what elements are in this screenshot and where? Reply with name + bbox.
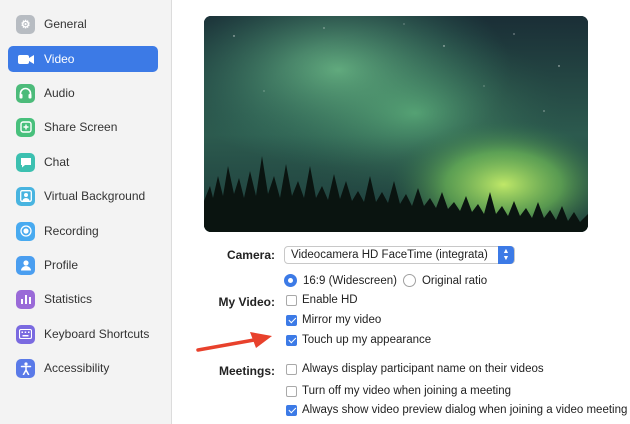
show-preview-label: Always show video preview dialog when jo…: [302, 404, 628, 416]
sidebar-item-label: Statistics: [44, 292, 93, 306]
chevron-up-down-icon: ▲ ▼: [498, 246, 514, 264]
sidebar-item-label: Keyboard Shortcuts: [44, 327, 150, 341]
sidebar-item-label: Profile: [44, 258, 79, 272]
show-preview-option[interactable]: Always show video preview dialog when jo…: [286, 404, 627, 416]
sidebar-item-keyboard-shortcuts[interactable]: Keyboard Shortcuts: [8, 321, 158, 347]
headphones-icon: [16, 83, 35, 103]
camera-select[interactable]: Videocamera HD FaceTime (integrata) ▲ ▼: [284, 246, 515, 264]
sidebar-item-general[interactable]: ⚙ General: [8, 11, 158, 37]
aspect-ratio-options: 16:9 (Widescreen) Original ratio: [284, 274, 487, 287]
sidebar-item-virtual-background[interactable]: Virtual Background: [8, 183, 158, 209]
sidebar-item-audio[interactable]: Audio: [8, 80, 158, 106]
gear-icon: ⚙: [16, 14, 35, 34]
touch-up-option[interactable]: Touch up my appearance: [286, 334, 431, 346]
statistics-icon: [16, 289, 35, 309]
camera-select-value: Videocamera HD FaceTime (integrata): [291, 249, 488, 261]
chat-icon: [16, 152, 35, 172]
my-video-label: My Video:: [218, 295, 275, 309]
record-icon: [16, 221, 35, 241]
video-camera-icon: [16, 50, 35, 69]
sidebar-item-label: Virtual Background: [44, 189, 146, 203]
turn-off-video-label: Turn off my video when joining a meeting: [302, 385, 512, 397]
sidebar-item-label: Chat: [44, 155, 70, 169]
person-background-icon: [16, 186, 35, 206]
sidebar-item-statistics[interactable]: Statistics: [8, 286, 158, 312]
sidebar-item-accessibility[interactable]: Accessibility: [8, 355, 158, 381]
sidebar-item-share-screen[interactable]: Share Screen: [8, 114, 158, 140]
display-name-label: Always display participant name on their…: [302, 363, 544, 375]
sidebar: ⚙ General Video Audio Share Screen Chat …: [0, 0, 172, 424]
sidebar-item-video[interactable]: Video: [8, 46, 158, 72]
radio-widescreen[interactable]: [284, 274, 297, 287]
sidebar-item-profile[interactable]: Profile: [8, 252, 158, 278]
keyboard-icon: [16, 324, 35, 344]
radio-widescreen-label: 16:9 (Widescreen): [303, 274, 397, 287]
sidebar-item-chat[interactable]: Chat: [8, 149, 158, 175]
sidebar-item-recording[interactable]: Recording: [8, 218, 158, 244]
turn-off-video-checkbox[interactable]: [286, 385, 297, 397]
sidebar-item-label: Audio: [44, 86, 75, 100]
sidebar-item-label: Accessibility: [44, 361, 110, 375]
sidebar-item-label: Share Screen: [44, 120, 118, 134]
display-name-option[interactable]: Always display participant name on their…: [286, 363, 544, 375]
turn-off-video-option[interactable]: Turn off my video when joining a meeting: [286, 385, 511, 397]
mirror-video-option[interactable]: Mirror my video: [286, 314, 381, 326]
display-name-checkbox[interactable]: [286, 363, 297, 375]
touch-up-label: Touch up my appearance: [302, 334, 432, 346]
camera-label: Camera:: [226, 248, 275, 262]
annotation-arrow-icon: [196, 332, 272, 352]
radio-original-ratio-label: Original ratio: [421, 274, 488, 287]
touch-up-checkbox[interactable]: [286, 334, 297, 346]
share-screen-icon: [16, 117, 35, 137]
enable-hd-checkbox[interactable]: [286, 294, 297, 306]
enable-hd-label: Enable HD: [302, 294, 358, 306]
mirror-video-checkbox[interactable]: [286, 314, 297, 326]
meetings-label: Meetings:: [218, 364, 275, 378]
radio-original-ratio[interactable]: [402, 274, 416, 287]
profile-icon: [16, 255, 35, 275]
sidebar-item-label: Recording: [44, 224, 99, 238]
sidebar-item-label: General: [44, 17, 87, 31]
show-preview-checkbox[interactable]: [286, 404, 297, 416]
video-preview: [204, 16, 588, 232]
mirror-video-label: Mirror my video: [302, 314, 382, 326]
sidebar-item-label: Video: [44, 52, 75, 66]
enable-hd-option[interactable]: Enable HD: [286, 294, 358, 306]
accessibility-icon: [16, 358, 35, 378]
